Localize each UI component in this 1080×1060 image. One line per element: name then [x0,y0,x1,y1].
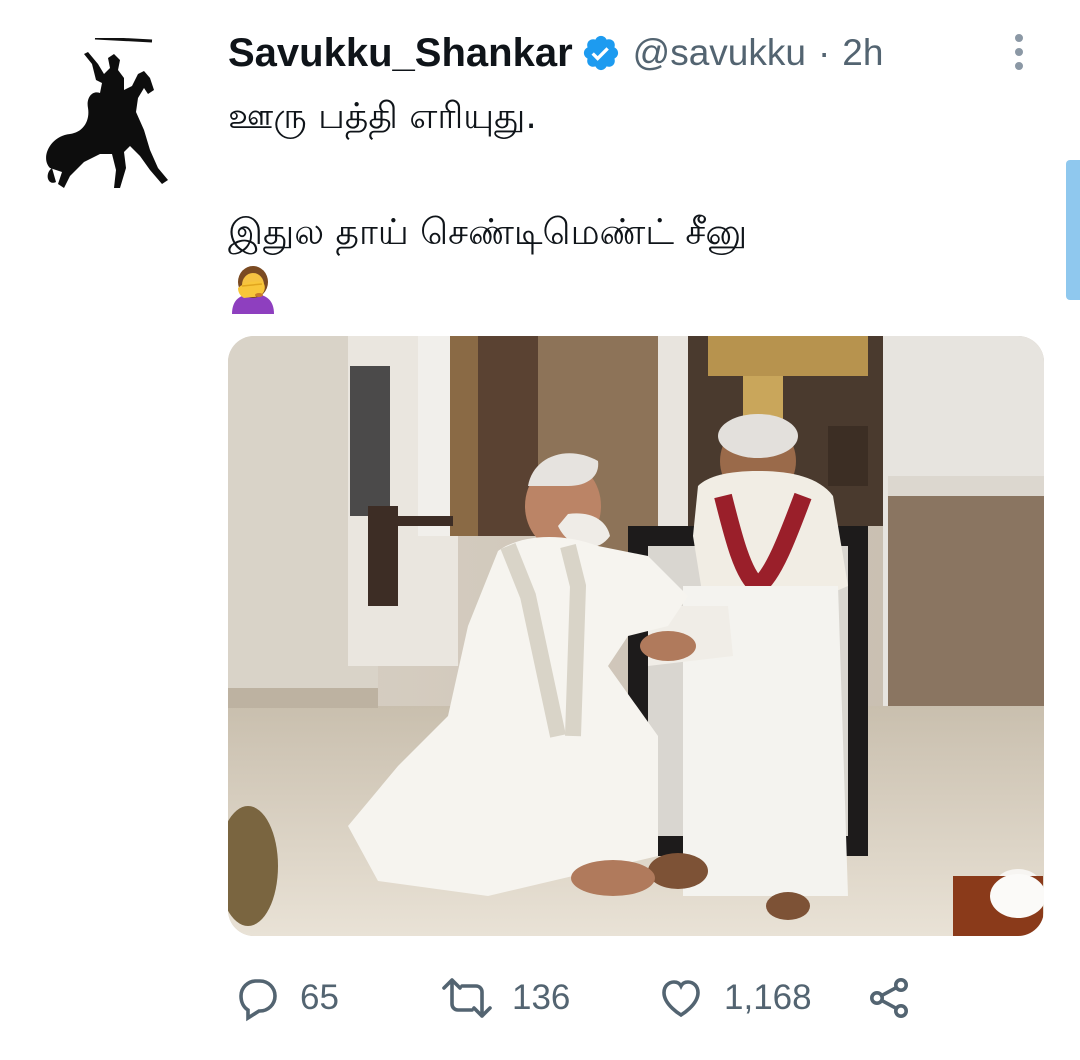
tweet-header: Savukku_Shankar @savukku · 2h [228,28,883,78]
retweet-icon [442,978,492,1018]
reply-button[interactable]: 65 [234,965,339,1031]
tweet-text: ஊரு பத்தி எரியுது. இதுல தாய் செண்டிமெண்ட… [228,88,1028,314]
tweet-text-line-1: ஊரு பத்தி எரியுது. [228,96,537,137]
tweet-time[interactable]: 2h [842,32,883,74]
share-icon [870,978,908,1018]
like-button[interactable]: 1,168 [656,965,812,1031]
reply-count: 65 [300,978,339,1017]
share-button[interactable] [864,965,914,1031]
avatar[interactable] [40,36,182,198]
tweet-photo-image [228,336,1044,936]
tweet-text-line-2: இதுல தாய் செண்டிமெண்ட் சீனு [228,212,748,253]
separator-dot: · [817,32,831,73]
scroll-indicator[interactable] [1066,160,1080,300]
more-options-button[interactable] [1008,32,1030,72]
horse-rider-silhouette-icon [46,36,168,188]
retweet-count: 136 [512,978,571,1017]
user-handle[interactable]: @savukku [633,32,806,74]
like-count: 1,168 [724,978,812,1017]
tweet-photo[interactable] [228,336,1044,936]
tweet-actions: 65 136 1,168 [228,965,1048,1031]
heart-icon [662,980,700,1018]
woman-facepalming-emoji-icon [232,266,274,314]
more-vertical-icon [1015,34,1023,70]
verified-badge-icon [583,35,618,71]
display-name[interactable]: Savukku_Shankar [228,31,573,76]
reply-icon [239,979,277,1022]
retweet-button[interactable]: 136 [440,965,570,1031]
